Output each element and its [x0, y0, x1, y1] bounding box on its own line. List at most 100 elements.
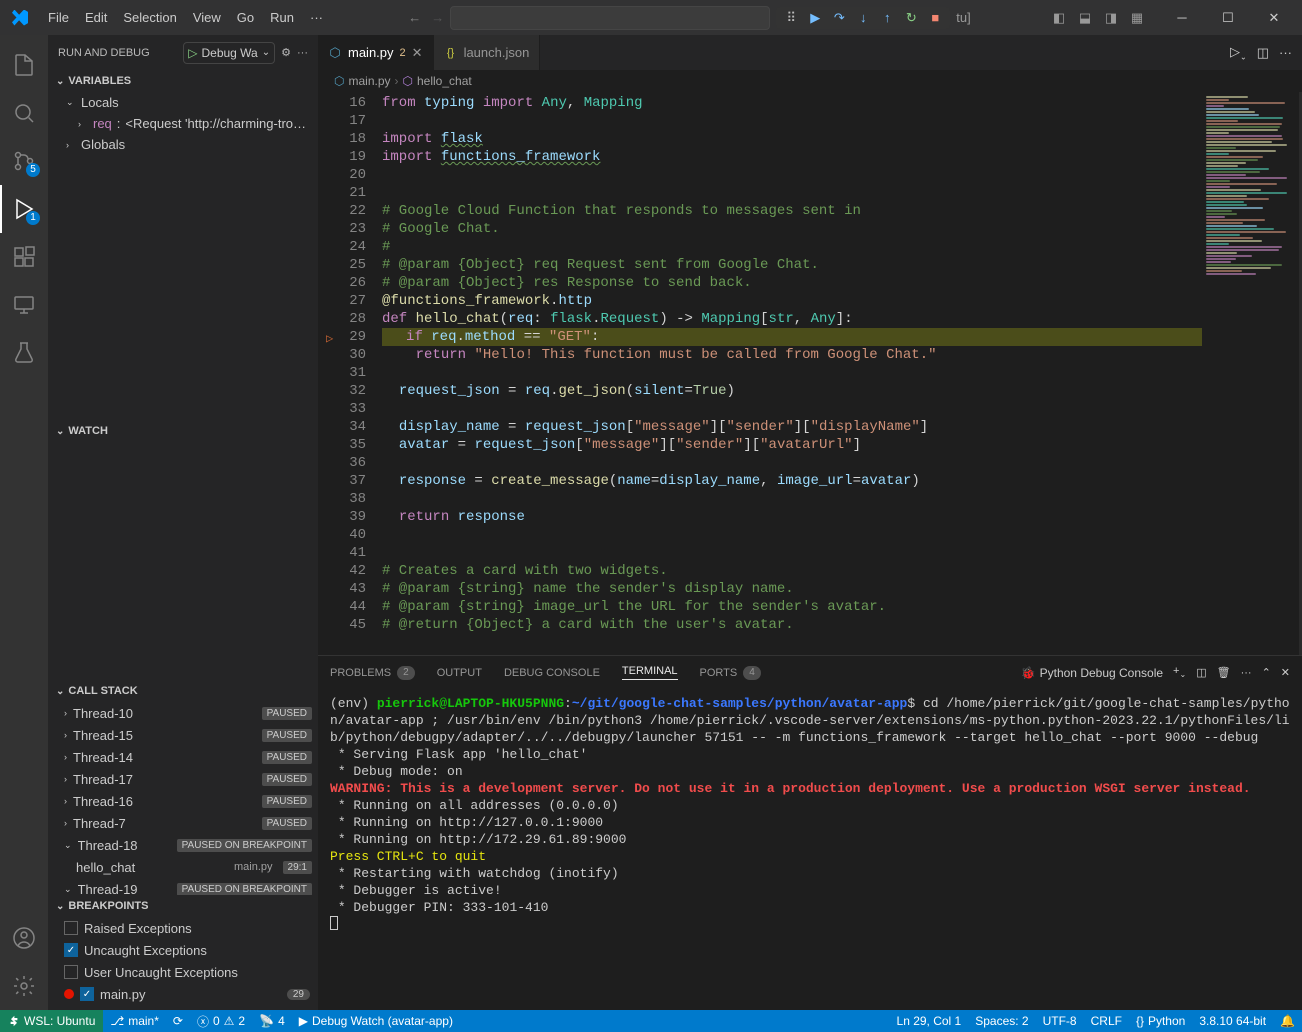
problems-status[interactable]: ⓧ0 ⚠2 — [190, 1010, 252, 1032]
split-editor-icon[interactable]: ◫ — [1257, 45, 1269, 61]
search-icon[interactable] — [0, 89, 48, 137]
tab-launch-json[interactable]: {}launch.json — [434, 35, 541, 70]
toggle-primary-sidebar-icon[interactable]: ◧ — [1048, 7, 1070, 29]
stop-icon[interactable]: ■ — [926, 9, 944, 27]
checkbox[interactable]: ✓ — [80, 987, 94, 1001]
run-editor-icon[interactable]: ▷⌄ — [1230, 44, 1247, 62]
settings-icon[interactable] — [0, 962, 48, 1010]
testing-icon[interactable] — [0, 329, 48, 377]
menu-run[interactable]: Run — [262, 0, 302, 35]
variables-section[interactable]: ⌄VARIABLES — [48, 70, 318, 92]
indentation-status[interactable]: Spaces: 2 — [968, 1010, 1035, 1032]
breakpoint-uncaught-exceptions[interactable]: ✓Uncaught Exceptions — [48, 939, 318, 961]
close-tab-icon[interactable]: ✕ — [412, 45, 423, 61]
thread-Thread-7[interactable]: ›Thread-7PAUSED — [48, 812, 318, 834]
minimap[interactable] — [1202, 92, 1302, 655]
dirty-indicator: 2 — [400, 47, 406, 59]
variable-req[interactable]: ›req: <Request 'http://charming-tro… — [50, 113, 318, 134]
language-status[interactable]: {}Python — [1129, 1010, 1192, 1032]
maximize-button[interactable]: ☐ — [1206, 0, 1250, 35]
thread-Thread-15[interactable]: ›Thread-15PAUSED — [48, 724, 318, 746]
gear-icon[interactable]: ⚙ — [281, 46, 291, 59]
checkbox[interactable] — [64, 921, 78, 935]
checkbox[interactable]: ✓ — [64, 943, 78, 957]
menu-go[interactable]: Go — [229, 0, 262, 35]
remote-explorer-icon[interactable] — [0, 281, 48, 329]
notifications-icon[interactable]: 🔔 — [1273, 1010, 1302, 1032]
tab-main-py[interactable]: ⬡main.py2✕ — [318, 35, 434, 70]
menu-view[interactable]: View — [185, 0, 229, 35]
breakpoint-user-uncaught-exceptions[interactable]: User Uncaught Exceptions — [48, 961, 318, 983]
code-editor[interactable]: from typing import Any, Mappingimport fl… — [382, 92, 1202, 655]
terminal-profile-dropdown[interactable]: 🐞 Python Debug Console — [1021, 666, 1163, 680]
remote-indicator[interactable]: WSL: Ubuntu — [0, 1010, 103, 1032]
ports-status[interactable]: 📡4 — [252, 1010, 292, 1032]
more-editor-icon[interactable]: ··· — [1279, 45, 1292, 60]
panel-tab-output[interactable]: OUTPUT — [437, 665, 482, 680]
debug-status[interactable]: ▶Debug Watch (avatar-app) — [292, 1010, 460, 1032]
encoding-status[interactable]: UTF-8 — [1036, 1010, 1084, 1032]
panel-tab-ports[interactable]: PORTS4 — [700, 665, 761, 680]
close-button[interactable]: ✕ — [1252, 0, 1296, 35]
toggle-panel-icon[interactable]: ⬓ — [1074, 7, 1096, 29]
thread-Thread-10[interactable]: ›Thread-10PAUSED — [48, 702, 318, 724]
toggle-secondary-sidebar-icon[interactable]: ◨ — [1100, 7, 1122, 29]
panel-tab-problems[interactable]: PROBLEMS2 — [330, 665, 415, 680]
run-debug-icon[interactable]: 1 — [0, 185, 48, 233]
step-over-icon[interactable]: ↷ — [830, 9, 848, 27]
cursor-position[interactable]: Ln 29, Col 1 — [890, 1010, 969, 1032]
extensions-icon[interactable] — [0, 233, 48, 281]
nav-forward-icon[interactable]: → — [431, 10, 444, 25]
globals-scope[interactable]: ›Globals — [50, 134, 318, 155]
nav-back-icon[interactable]: ← — [408, 10, 421, 25]
maximize-panel-icon[interactable]: ⌃ — [1262, 666, 1271, 679]
panel-tab-debug-console[interactable]: DEBUG CONSOLE — [504, 665, 600, 680]
eol-status[interactable]: CRLF — [1084, 1010, 1129, 1032]
command-center-search[interactable] — [450, 6, 770, 30]
breadcrumb-file[interactable]: main.py — [348, 74, 390, 88]
line-gutter[interactable]: 1617181920212223242526272829303132333435… — [318, 92, 382, 655]
breakpoint-raised-exceptions[interactable]: Raised Exceptions — [48, 917, 318, 939]
panel-tab-terminal[interactable]: TERMINAL — [622, 665, 678, 680]
thread-Thread-19[interactable]: ⌄Thread-19PAUSED ON BREAKPOINT — [48, 878, 318, 895]
step-out-icon[interactable]: ↑ — [878, 9, 896, 27]
drag-grip-icon[interactable]: ⠿ — [782, 9, 800, 27]
menu-overflow[interactable]: ··· — [302, 10, 331, 25]
panel-more-icon[interactable]: ··· — [1241, 667, 1252, 679]
split-terminal-icon[interactable]: ◫ — [1196, 666, 1206, 679]
run-config-dropdown[interactable]: ▷ Debug Wa ⌄ — [183, 42, 275, 64]
customize-layout-icon[interactable]: ▦ — [1126, 7, 1148, 29]
continue-icon[interactable]: ▶ — [806, 9, 824, 27]
callstack-section[interactable]: ⌄CALL STACK — [48, 680, 318, 702]
terminal[interactable]: (env) pierrick@LAPTOP-HKU5PNNG:~/git/goo… — [318, 689, 1302, 1010]
restart-icon[interactable]: ↻ — [902, 9, 920, 27]
breakpoint-file[interactable]: ✓main.py29 — [48, 983, 318, 1005]
thread-Thread-14[interactable]: ›Thread-14PAUSED — [48, 746, 318, 768]
checkbox[interactable] — [64, 965, 78, 979]
step-into-icon[interactable]: ↓ — [854, 9, 872, 27]
explorer-icon[interactable] — [0, 41, 48, 89]
source-control-icon[interactable]: 5 — [0, 137, 48, 185]
minimize-button[interactable]: ─ — [1160, 0, 1204, 35]
thread-Thread-17[interactable]: ›Thread-17PAUSED — [48, 768, 318, 790]
menu-file[interactable]: File — [40, 0, 77, 35]
sync-status[interactable]: ⟳ — [166, 1010, 190, 1032]
menu-edit[interactable]: Edit — [77, 0, 115, 35]
thread-Thread-16[interactable]: ›Thread-16PAUSED — [48, 790, 318, 812]
menu-selection[interactable]: Selection — [115, 0, 184, 35]
close-panel-icon[interactable]: ✕ — [1281, 666, 1290, 679]
interpreter-status[interactable]: 3.8.10 64-bit — [1192, 1010, 1273, 1032]
new-terminal-icon[interactable]: +⌄ — [1173, 665, 1186, 679]
locals-scope[interactable]: ⌄Locals — [50, 92, 318, 113]
kill-terminal-icon[interactable]: 🗑 — [1217, 666, 1231, 679]
accounts-icon[interactable] — [0, 914, 48, 962]
thread-Thread-18[interactable]: ⌄Thread-18PAUSED ON BREAKPOINT — [48, 834, 318, 856]
stack-frame-hello_chat[interactable]: hello_chatmain.py29:1 — [48, 856, 318, 878]
breadcrumb[interactable]: ⬡ main.py › ⬡ hello_chat — [318, 70, 1302, 92]
more-icon[interactable]: ··· — [297, 47, 308, 59]
run-config-label: Debug Wa — [201, 46, 257, 60]
branch-status[interactable]: ⎇main* — [103, 1010, 166, 1032]
breakpoints-section[interactable]: ⌄BREAKPOINTS — [48, 895, 318, 917]
breadcrumb-symbol[interactable]: hello_chat — [417, 74, 472, 88]
watch-section[interactable]: ⌄WATCH — [48, 420, 318, 442]
